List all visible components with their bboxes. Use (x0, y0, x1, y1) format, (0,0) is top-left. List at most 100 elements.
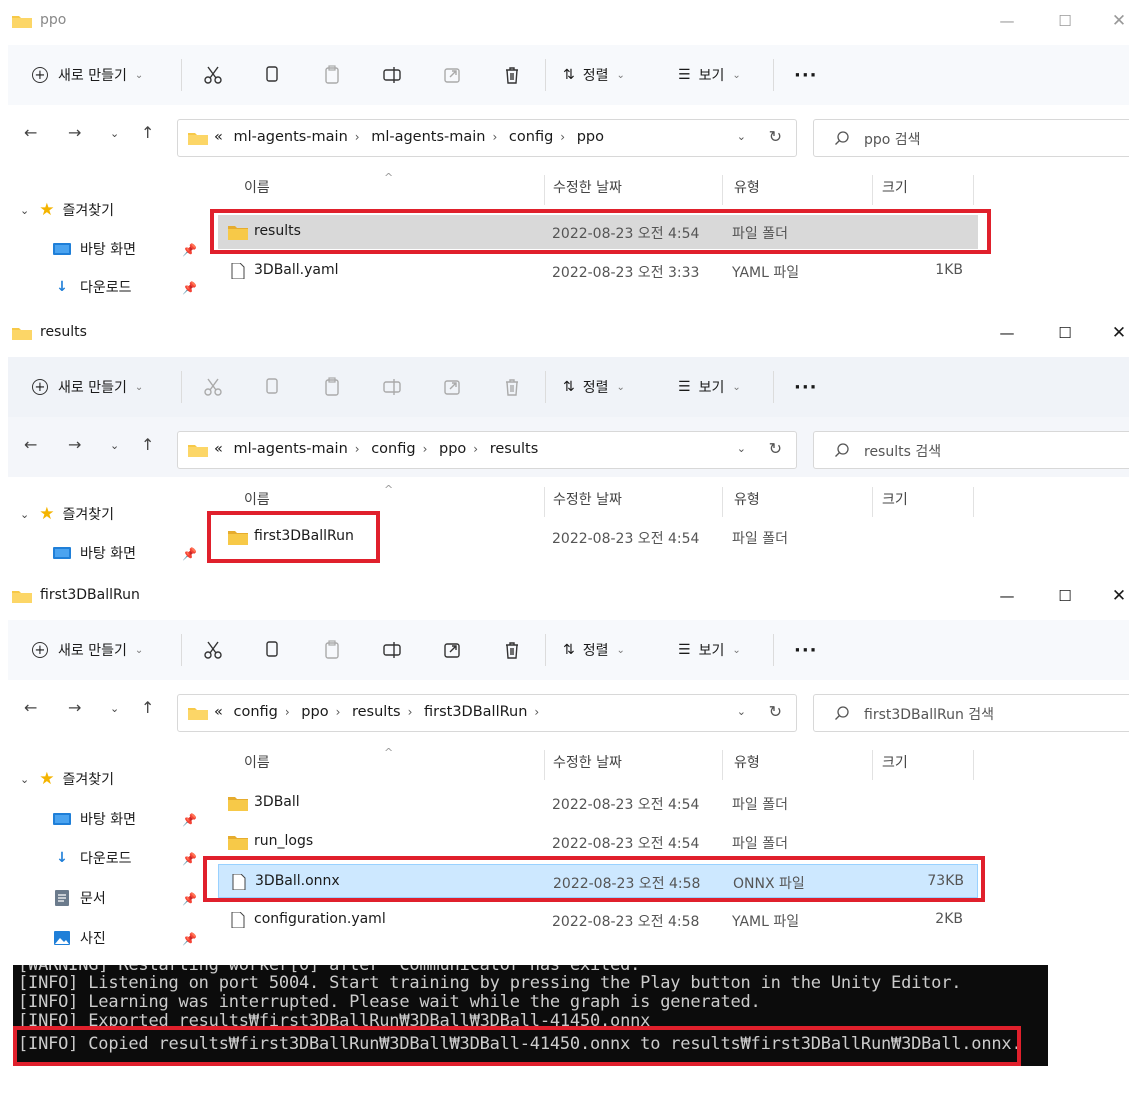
sort-button[interactable]: ⇅ 정렬 ⌄ (563, 620, 625, 680)
recent-dropdown-button[interactable]: ⌄ (110, 127, 119, 140)
sidebar-item-pictures[interactable]: 사진 (52, 923, 106, 953)
delete-button[interactable] (498, 61, 526, 89)
forward-button[interactable]: → (68, 435, 81, 454)
copy-button[interactable] (258, 373, 286, 401)
column-divider[interactable] (973, 487, 974, 517)
recent-dropdown-button[interactable]: ⌄ (110, 702, 119, 715)
column-divider[interactable] (973, 750, 974, 780)
forward-button[interactable]: → (68, 123, 81, 142)
column-header-type[interactable]: 유형 (734, 489, 760, 509)
new-button[interactable]: + 새로 만들기 ⌄ (32, 45, 143, 105)
address-bar[interactable]: « ml-agents-main › ml-agents-main › config… (177, 119, 797, 157)
breadcrumb-item[interactable]: ppo (577, 129, 604, 145)
column-divider[interactable] (722, 487, 723, 517)
chevron-right-icon[interactable]: › (355, 130, 360, 144)
chevron-right-icon[interactable]: › (493, 130, 498, 144)
title-bar[interactable]: results — ☐ ✕ (0, 312, 1129, 357)
column-header-date[interactable]: 수정한 날짜 (553, 752, 622, 772)
copy-button[interactable] (258, 61, 286, 89)
column-divider[interactable] (872, 487, 873, 517)
column-header-name[interactable]: 이름 (244, 489, 270, 509)
column-header-date[interactable]: 수정한 날짜 (553, 177, 622, 197)
sidebar-item-downloads[interactable]: ↓ 다운로드 (52, 843, 131, 873)
refresh-button[interactable]: ↻ (769, 127, 782, 146)
view-button[interactable]: ☰ 보기 ⌄ (678, 620, 741, 680)
column-divider[interactable] (722, 750, 723, 780)
view-button[interactable]: ☰ 보기 ⌄ (678, 45, 741, 105)
chevron-right-icon[interactable]: › (534, 705, 539, 719)
sidebar-item-desktop[interactable]: 바탕 화면 (52, 804, 136, 834)
pin-icon[interactable]: 📌 (182, 281, 197, 295)
chevron-right-icon[interactable]: › (285, 705, 290, 719)
pin-icon[interactable]: 📌 (182, 813, 197, 827)
chevron-down-icon[interactable]: ⌄ (20, 773, 29, 786)
close-button[interactable]: ✕ (1104, 585, 1129, 607)
share-button[interactable] (438, 636, 466, 664)
breadcrumb-item[interactable]: ppo (301, 704, 328, 720)
column-divider[interactable] (544, 487, 545, 517)
column-header-type[interactable]: 유형 (734, 752, 760, 772)
breadcrumb-item[interactable]: config (509, 129, 553, 145)
address-bar[interactable]: « config › ppo › results › first3DBallRun › … (177, 694, 797, 732)
breadcrumb-item[interactable]: ml-agents-main (233, 129, 347, 145)
file-row[interactable]: configuration.yaml 2022-08-23 오전 4:58 YA… (218, 903, 978, 937)
pin-icon[interactable]: 📌 (182, 892, 197, 906)
close-button[interactable]: ✕ (1104, 322, 1129, 344)
sidebar-item-documents[interactable]: 문서 (52, 883, 106, 913)
share-button[interactable] (438, 373, 466, 401)
breadcrumb-item[interactable]: ml-agents-main (371, 129, 485, 145)
rename-button[interactable] (378, 373, 406, 401)
rename-button[interactable] (378, 636, 406, 664)
breadcrumb-item[interactable]: ppo (439, 441, 466, 457)
minimize-button[interactable]: — (992, 585, 1022, 607)
new-button[interactable]: + 새로 만들기 ⌄ (32, 357, 143, 417)
breadcrumb-overflow[interactable]: « (214, 704, 223, 720)
breadcrumb-overflow[interactable]: « (214, 129, 223, 145)
chevron-down-icon[interactable]: ⌄ (20, 508, 29, 521)
share-button[interactable] (438, 61, 466, 89)
chevron-right-icon[interactable]: › (423, 442, 428, 456)
back-button[interactable]: ← (24, 435, 37, 454)
column-divider[interactable] (973, 175, 974, 205)
file-row[interactable]: 3DBall.yaml 2022-08-23 오전 3:33 YAML 파일 1… (218, 254, 978, 288)
cut-button[interactable] (199, 636, 227, 664)
column-header-name[interactable]: 이름 (244, 177, 270, 197)
file-row[interactable]: 3DBall 2022-08-23 오전 4:54 파일 폴더 (218, 786, 978, 820)
chevron-down-icon[interactable]: ⌄ (737, 130, 746, 143)
up-button[interactable]: ↑ (141, 123, 154, 142)
more-button[interactable]: ··· (794, 620, 818, 680)
pin-icon[interactable]: 📌 (182, 243, 197, 257)
chevron-right-icon[interactable]: › (408, 705, 413, 719)
sidebar-item-desktop[interactable]: 바탕 화면 (52, 538, 136, 568)
search-input[interactable]: results 검색 (813, 431, 1129, 469)
close-button[interactable]: ✕ (1104, 10, 1129, 32)
paste-button[interactable] (318, 636, 346, 664)
chevron-right-icon[interactable]: › (473, 442, 478, 456)
breadcrumb-item[interactable]: ml-agents-main (233, 441, 347, 457)
recent-dropdown-button[interactable]: ⌄ (110, 439, 119, 452)
column-divider[interactable] (544, 750, 545, 780)
column-header-size[interactable]: 크기 (882, 489, 908, 509)
chevron-right-icon[interactable]: › (560, 130, 565, 144)
sort-button[interactable]: ⇅ 정렬 ⌄ (563, 45, 625, 105)
cut-button[interactable] (199, 373, 227, 401)
rename-button[interactable] (378, 61, 406, 89)
column-header-size[interactable]: 크기 (882, 177, 908, 197)
copy-button[interactable] (258, 636, 286, 664)
breadcrumb-overflow[interactable]: « (214, 441, 223, 457)
sidebar-item-favorites[interactable]: ⌄ ★ 즐겨찾기 (20, 499, 114, 529)
sidebar-item-downloads[interactable]: ↓ 다운로드 (52, 272, 131, 302)
refresh-button[interactable]: ↻ (769, 702, 782, 721)
column-header-date[interactable]: 수정한 날짜 (553, 489, 622, 509)
delete-button[interactable] (498, 636, 526, 664)
delete-button[interactable] (498, 373, 526, 401)
chevron-down-icon[interactable]: ⌄ (737, 442, 746, 455)
minimize-button[interactable]: — (992, 10, 1022, 32)
column-divider[interactable] (722, 175, 723, 205)
back-button[interactable]: ← (24, 123, 37, 142)
breadcrumb-item[interactable]: config (371, 441, 415, 457)
view-button[interactable]: ☰ 보기 ⌄ (678, 357, 741, 417)
breadcrumb-item[interactable]: results (352, 704, 401, 720)
more-button[interactable]: ··· (794, 357, 818, 417)
chevron-right-icon[interactable]: › (355, 442, 360, 456)
